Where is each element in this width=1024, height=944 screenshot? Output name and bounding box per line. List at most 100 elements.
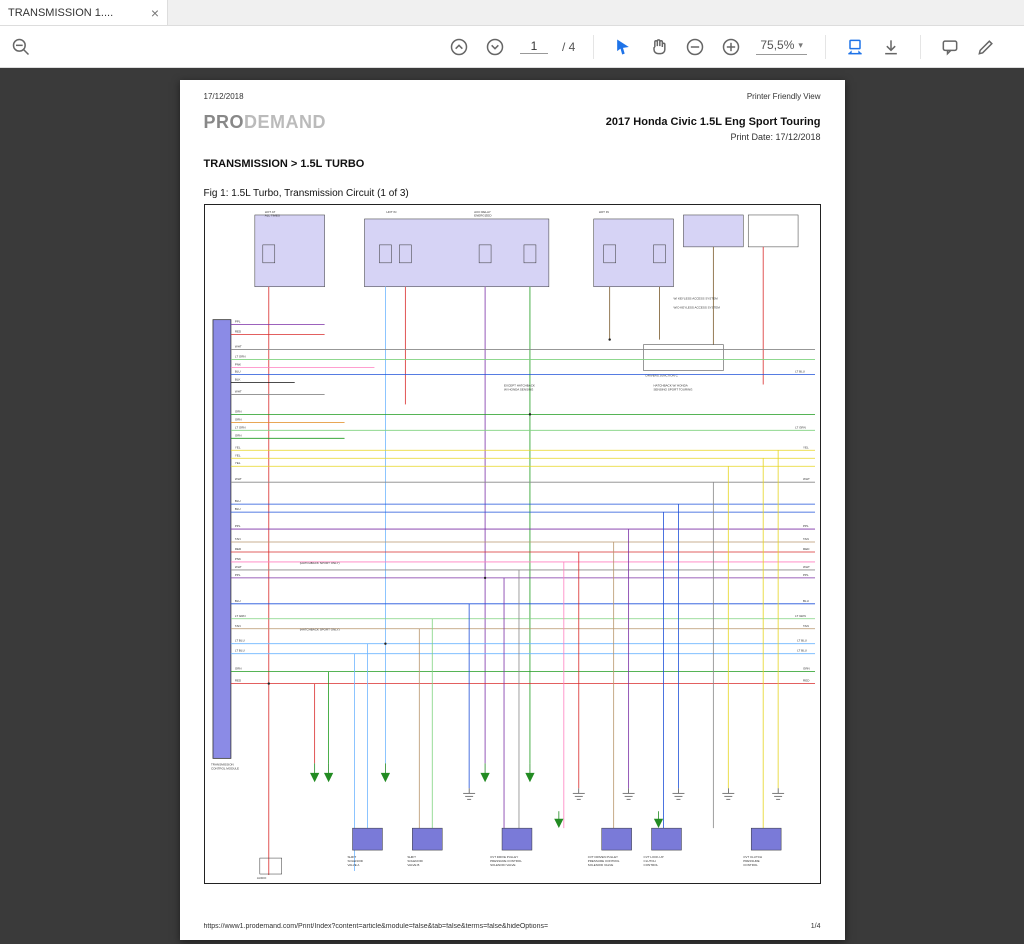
vehicle-title: 2017 Honda Civic 1.5L Eng Sport Touring <box>606 116 821 128</box>
svg-text:VALVE A: VALVE A <box>347 863 359 867</box>
svg-text:LT BLU: LT BLU <box>234 649 244 653</box>
svg-text:RED: RED <box>803 679 810 683</box>
svg-text:LT BLU: LT BLU <box>234 639 244 643</box>
section-title: TRANSMISSION > 1.5L TURBO <box>204 158 365 170</box>
svg-text:PPL: PPL <box>234 524 240 528</box>
tab-bar: TRANSMISSION 1.... × <box>0 0 1024 26</box>
toolbar: / 4 75,5% <box>0 26 1024 68</box>
svg-text:BLU: BLU <box>234 507 240 511</box>
svg-text:TAN: TAN <box>803 537 809 541</box>
svg-text:GRN: GRN <box>234 667 241 671</box>
zoom-dropdown[interactable]: 75,5% <box>756 38 807 55</box>
svg-text:LT GRN: LT GRN <box>795 425 806 429</box>
svg-text:W/ HONDA SENSING: W/ HONDA SENSING <box>504 387 534 391</box>
svg-text:AUDIO: AUDIO <box>256 876 266 880</box>
svg-text:TAN: TAN <box>234 624 240 628</box>
wiring-diagram: TRANSMISSION CONTROL MODULE HOT ATALL TI… <box>204 204 821 884</box>
footer-url: https://www1.prodemand.com/Print/Index?c… <box>204 923 549 930</box>
svg-text:ALL TIMES: ALL TIMES <box>264 213 279 217</box>
svg-text:LT BLU: LT BLU <box>795 370 805 374</box>
svg-text:LT BLU: LT BLU <box>797 639 807 643</box>
svg-text:BLU: BLU <box>234 370 240 374</box>
svg-text:WHT: WHT <box>803 477 810 481</box>
scroll-down-icon[interactable] <box>484 36 506 58</box>
svg-text:BLK: BLK <box>234 377 240 381</box>
svg-text:RED: RED <box>234 330 241 334</box>
svg-text:RED: RED <box>234 547 241 551</box>
zoom-out-circle-icon[interactable] <box>684 36 706 58</box>
svg-text:YEL: YEL <box>234 461 240 465</box>
svg-text:SOLENOID VALVE: SOLENOID VALVE <box>587 863 612 867</box>
svg-text:BLU: BLU <box>234 599 240 603</box>
pointer-icon[interactable] <box>612 36 634 58</box>
svg-text:YEL: YEL <box>803 445 809 449</box>
svg-text:LT GRN: LT GRN <box>234 425 245 429</box>
svg-text:WHT: WHT <box>234 345 241 349</box>
svg-text:CONTROL: CONTROL <box>643 863 658 867</box>
svg-text:SENSING SPORT TOURING: SENSING SPORT TOURING <box>653 387 693 391</box>
comment-icon[interactable] <box>939 36 961 58</box>
svg-text:HOT IN: HOT IN <box>386 210 396 214</box>
separator <box>920 35 921 59</box>
svg-text:GRN: GRN <box>803 667 810 671</box>
download-icon[interactable] <box>880 36 902 58</box>
svg-text:CONTROL: CONTROL <box>743 863 758 867</box>
svg-text:BLU: BLU <box>803 599 809 603</box>
edit-icon[interactable] <box>975 36 997 58</box>
svg-text:ENERGIZED: ENERGIZED <box>474 213 492 217</box>
tab-label: TRANSMISSION 1.... <box>8 7 113 19</box>
svg-text:LT GRN: LT GRN <box>234 614 245 618</box>
svg-text:LT GRN: LT GRN <box>234 355 245 359</box>
document-tab[interactable]: TRANSMISSION 1.... × <box>0 0 168 25</box>
svg-text:W/O KEYLESS ACCESS SYSTEM: W/O KEYLESS ACCESS SYSTEM <box>673 306 720 310</box>
zoom-value: 75,5% <box>760 38 794 52</box>
svg-text:WHT: WHT <box>803 565 810 569</box>
svg-text:LT GRN: LT GRN <box>795 614 806 618</box>
page-number-input[interactable] <box>520 39 548 54</box>
brand-logo: PRODEMAND <box>204 112 327 133</box>
svg-text:TAN: TAN <box>803 624 809 628</box>
page-total-label: / 4 <box>562 40 575 54</box>
svg-text:WHT: WHT <box>234 477 241 481</box>
footer-page: 1/4 <box>811 923 821 930</box>
svg-text:VALVE B: VALVE B <box>407 863 419 867</box>
svg-text:BLU: BLU <box>234 499 240 503</box>
zoom-out-icon[interactable] <box>10 36 32 58</box>
header-date: 17/12/2018 <box>204 92 244 101</box>
viewer-area[interactable]: 17/12/2018 Printer Friendly View PRODEMA… <box>0 68 1024 944</box>
svg-text:ORN: ORN <box>234 417 241 421</box>
svg-text:DRIVERS JUNCTION C: DRIVERS JUNCTION C <box>645 373 678 377</box>
svg-text:WHT: WHT <box>234 389 241 393</box>
document-page: 17/12/2018 Printer Friendly View PRODEMA… <box>180 80 845 940</box>
scroll-up-icon[interactable] <box>448 36 470 58</box>
svg-text:PPL: PPL <box>803 573 809 577</box>
svg-text:RED: RED <box>234 679 241 683</box>
svg-text:LT BLU: LT BLU <box>797 649 807 653</box>
svg-text:PNK: PNK <box>234 557 240 561</box>
brand-pro: PRO <box>204 112 245 132</box>
svg-text:PNK: PNK <box>234 363 240 367</box>
svg-text:(HATCHBACK SPORT ONLY): (HATCHBACK SPORT ONLY) <box>299 628 339 632</box>
svg-text:PPL: PPL <box>803 524 809 528</box>
svg-text:RED: RED <box>803 547 810 551</box>
brand-demand: DEMAND <box>244 112 326 132</box>
print-date: Print Date: 17/12/2018 <box>730 132 820 142</box>
keyless-label: W/ KEYLESS ACCESS SYSTEM <box>673 297 718 301</box>
svg-text:GRN: GRN <box>234 433 241 437</box>
close-icon[interactable]: × <box>151 5 159 21</box>
svg-text:SOLENOID VALVE: SOLENOID VALVE <box>490 863 515 867</box>
svg-text:(HATCHBACK SPORT ONLY): (HATCHBACK SPORT ONLY) <box>299 561 339 565</box>
svg-text:HOT IN: HOT IN <box>598 210 608 214</box>
hand-icon[interactable] <box>648 36 670 58</box>
svg-text:YEL: YEL <box>234 453 240 457</box>
zoom-in-circle-icon[interactable] <box>720 36 742 58</box>
svg-text:YEL: YEL <box>234 445 240 449</box>
separator <box>825 35 826 59</box>
svg-text:TAN: TAN <box>234 537 240 541</box>
fit-width-icon[interactable] <box>844 36 866 58</box>
svg-text:GRN: GRN <box>234 409 241 413</box>
header-view-label: Printer Friendly View <box>747 92 821 101</box>
svg-text:PPL: PPL <box>234 573 240 577</box>
svg-text:PPL: PPL <box>234 320 240 324</box>
svg-text:WHT: WHT <box>234 565 241 569</box>
